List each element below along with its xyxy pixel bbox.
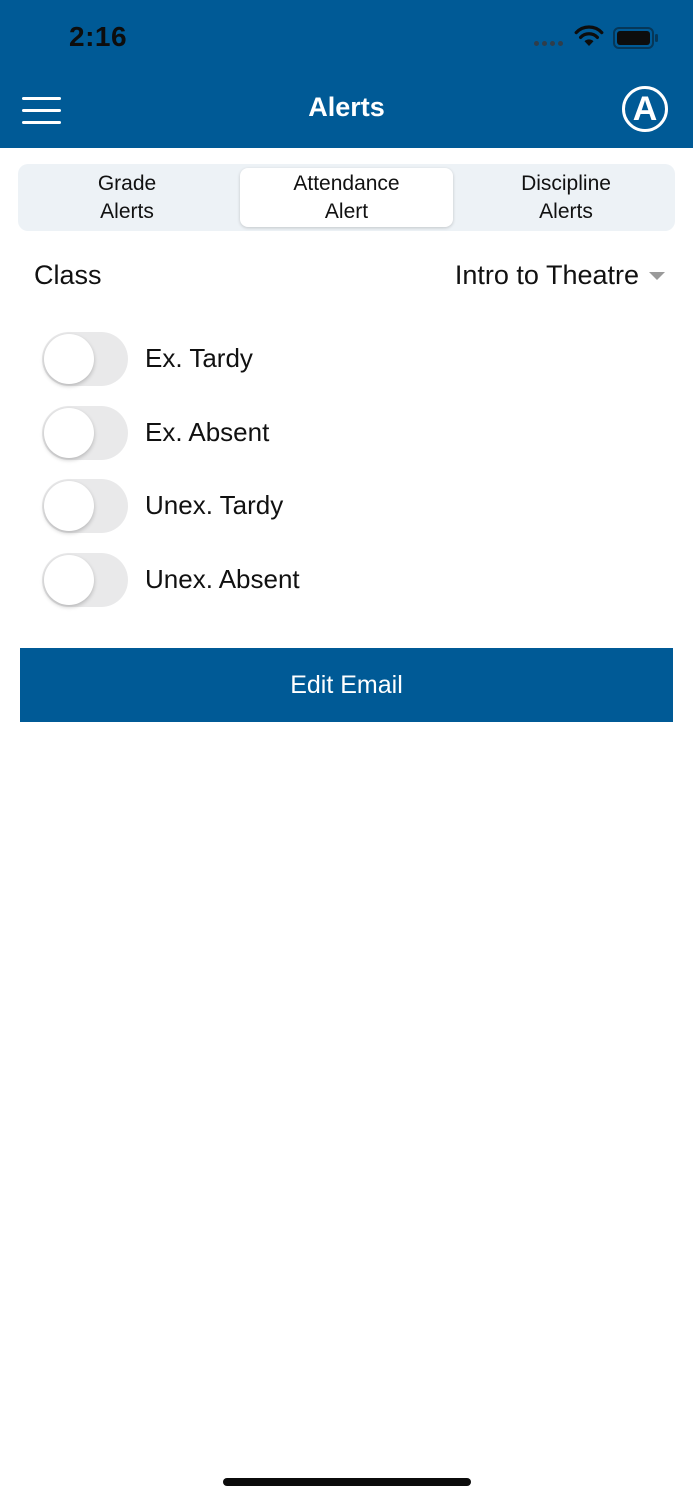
avatar[interactable]: A	[622, 86, 668, 132]
alert-type-tabs: Grade Alerts Attendance Alert Discipline…	[18, 164, 675, 231]
wifi-icon	[574, 25, 604, 46]
toggle-knob	[44, 334, 94, 384]
toggle-knob	[44, 555, 94, 605]
tab-attendance-alert[interactable]: Attendance Alert	[240, 168, 453, 227]
ex-tardy-toggle[interactable]	[42, 332, 128, 386]
tab-discipline-alerts[interactable]: Discipline Alerts	[457, 164, 675, 231]
toggle-label: Unex. Tardy	[145, 490, 284, 520]
toggle-label: Ex. Absent	[145, 417, 270, 447]
class-label: Class	[34, 260, 102, 290]
toggle-knob	[44, 408, 94, 458]
battery-icon	[613, 27, 658, 49]
unex-absent-toggle[interactable]	[42, 553, 128, 607]
toggle-row-unex-tardy: Unex. Tardy	[42, 479, 642, 533]
tab-grade-alerts[interactable]: Grade Alerts	[18, 164, 236, 231]
header-bar: 2:16 Alerts A	[0, 0, 693, 148]
toggle-row-unex-absent: Unex. Absent	[42, 553, 642, 607]
home-indicator[interactable]	[223, 1478, 471, 1486]
class-dropdown-value: Intro to Theatre	[454, 260, 639, 290]
signal-icon	[534, 41, 566, 47]
dropdown-icon	[649, 271, 665, 280]
unex-tardy-toggle[interactable]	[42, 479, 128, 533]
toggle-label: Ex. Tardy	[145, 343, 253, 373]
toggle-row-ex-absent: Ex. Absent	[42, 406, 642, 460]
ex-absent-toggle[interactable]	[42, 406, 128, 460]
toggle-knob	[44, 481, 94, 531]
edit-email-button[interactable]: Edit Email	[20, 648, 673, 722]
toggle-row-ex-tardy: Ex. Tardy	[42, 332, 642, 386]
page-title: Alerts	[308, 92, 385, 122]
class-dropdown[interactable]: Intro to Theatre	[455, 260, 665, 291]
status-time: 2:16	[69, 21, 128, 52]
toggle-label: Unex. Absent	[145, 564, 300, 594]
